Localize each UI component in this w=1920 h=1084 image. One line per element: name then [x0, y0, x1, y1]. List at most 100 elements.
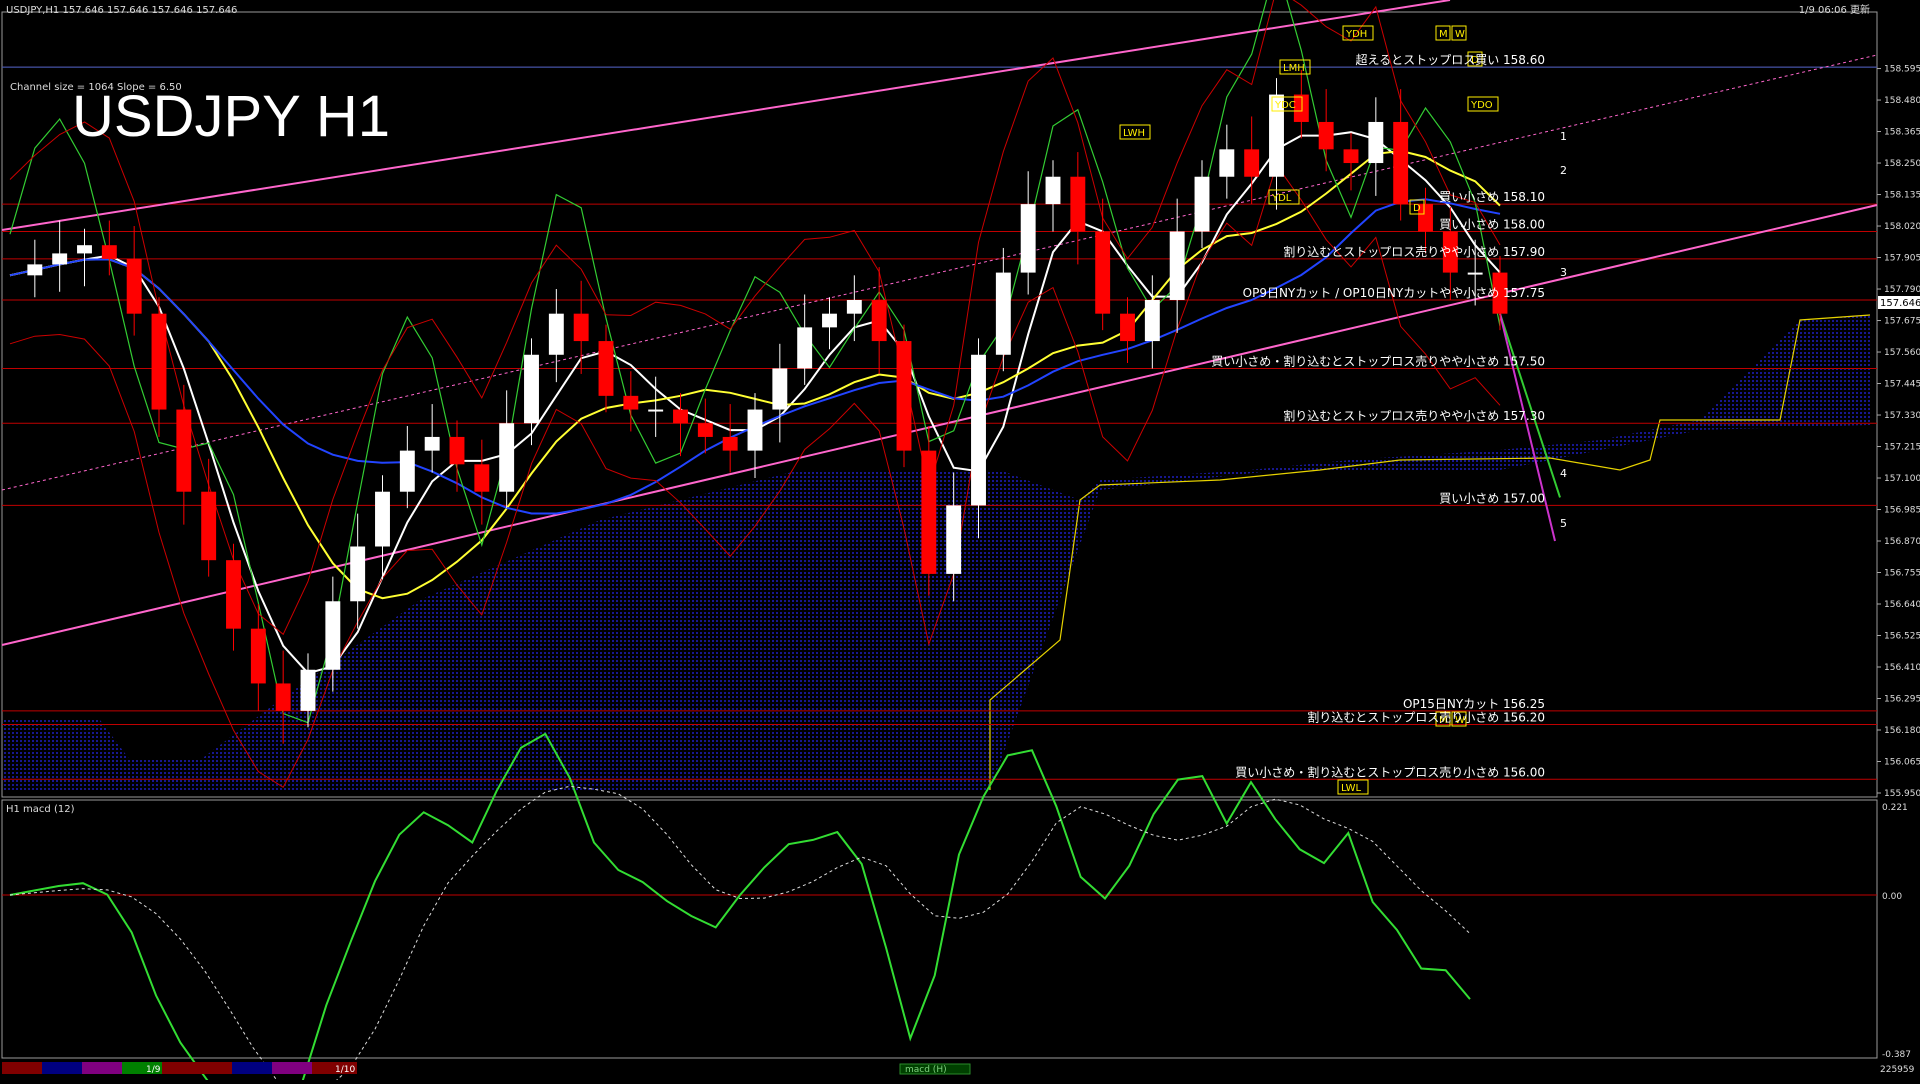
axis-tick-label: 156.985: [1884, 506, 1920, 516]
axis-tick-label: 156.755: [1884, 569, 1920, 579]
current-price-tag: 157.646: [1880, 298, 1920, 309]
wave-number: 4: [1560, 467, 1567, 480]
candle-body: [101, 245, 117, 259]
axis-tick-label: 158.595: [1884, 65, 1920, 75]
candle-body: [1343, 149, 1359, 164]
marker-box-label: YDO: [1470, 100, 1493, 111]
candle-body: [1467, 272, 1483, 275]
marker-box-label: LWH: [1123, 128, 1145, 139]
axis-tick-label: 158.020: [1884, 222, 1920, 232]
candle-body: [499, 423, 515, 492]
candle-body: [797, 327, 813, 369]
axis-tick-label: 156.410: [1884, 663, 1920, 673]
axis-tick-label: 158.365: [1884, 128, 1920, 138]
candle-body: [1194, 176, 1210, 232]
axis-tick-label: 155.950: [1884, 789, 1920, 799]
candle-body: [772, 368, 788, 410]
marker-box-label: D: [1413, 203, 1421, 214]
axis-tick-label: 156.525: [1884, 632, 1920, 642]
candle-body: [896, 341, 912, 451]
axis-tick-label: 157.100: [1884, 474, 1920, 484]
symbol-info: USDJPY,H1 157.646 157.646 157.646 157.64…: [6, 5, 237, 16]
timeline-label-2: 1/10: [335, 1065, 355, 1075]
candle-body: [27, 264, 43, 276]
big-title: USDJPY H1: [72, 84, 390, 149]
wave-number: 2: [1560, 164, 1567, 177]
candle-body: [1045, 176, 1061, 205]
macd-label: H1 macd (12): [6, 804, 75, 815]
candle-body: [524, 354, 539, 424]
candle-body: [275, 683, 291, 711]
level-note: 買い小さめ 158.00: [1439, 218, 1545, 232]
axis-tick-label: 157.560: [1884, 348, 1920, 358]
axis-tick-label: 156.065: [1884, 758, 1920, 768]
candle-body: [201, 491, 217, 561]
candle-body: [1318, 121, 1334, 150]
axis-tick-label: 157.675: [1884, 317, 1920, 327]
axis-tick-label: 156.295: [1884, 695, 1920, 705]
level-note: 買い小さめ 157.00: [1439, 491, 1545, 505]
macd-tick-top: 0.221: [1882, 803, 1908, 813]
candle-body: [946, 505, 962, 574]
level-note: 超えるとストップロス買い 158.60: [1356, 52, 1545, 67]
usdjpy-h1-chart[interactable]: YDH M W D YDC YDO YDL LMH LWH D M W LWL 1 2 3 4 5 超えるとストッ…: [0, 0, 1920, 1084]
macd-footer-id: 225959: [1880, 1065, 1915, 1075]
candle-body: [1244, 149, 1260, 177]
candle-body: [1393, 121, 1409, 205]
timeline-label-1: 1/9: [146, 1065, 161, 1075]
candle-body: [1169, 231, 1185, 300]
candle-body: [300, 669, 316, 711]
level-note: 割り込むとストップロス売りやや小さめ 157.90: [1283, 244, 1545, 259]
candle-body: [648, 409, 664, 412]
candle-body: [226, 560, 241, 629]
candle-body: [449, 436, 465, 465]
bottom-tab[interactable]: macd (H): [905, 1065, 947, 1075]
axis-tick-label: 157.905: [1884, 254, 1920, 264]
candle-body: [1020, 204, 1036, 273]
candle-body: [697, 423, 713, 437]
candle-body: [921, 450, 937, 574]
marker-box-label: W: [1455, 29, 1465, 40]
candle-body: [971, 354, 986, 506]
candle-body: [350, 546, 366, 602]
candle-body: [1144, 299, 1160, 342]
level-note: OP9日NYカット / OP10日NYカットやや小さめ 157.75: [1243, 286, 1545, 300]
updated-label: 1/9 06:06 更新: [1799, 3, 1870, 16]
axis-tick-label: 156.180: [1884, 726, 1920, 736]
level-note: 買い小さめ・割り込むとストップロス売り小さめ 156.00: [1235, 764, 1545, 779]
candle-body: [747, 409, 763, 451]
candle-body: [176, 409, 192, 492]
candle-body: [474, 464, 490, 492]
marker-box-label: M: [1439, 29, 1448, 40]
macd-tick-bottom: -0.387: [1882, 1050, 1911, 1060]
candle-body: [995, 272, 1011, 355]
wave-number: 3: [1560, 266, 1567, 279]
candle-body: [151, 313, 167, 410]
axis-tick-label: 157.215: [1884, 443, 1920, 453]
level-note: OP15日NYカット 156.25: [1403, 697, 1545, 711]
axis-tick-label: 158.250: [1884, 159, 1920, 169]
level-note: 割り込むとストップロス売り小さめ 156.20: [1307, 710, 1545, 725]
marker-box-label: LMH: [1283, 63, 1305, 74]
candle-body: [424, 436, 440, 451]
axis-tick-label: 157.790: [1884, 285, 1920, 295]
candle-body: [1293, 94, 1309, 122]
axis-tick-label: 158.135: [1884, 191, 1920, 201]
candle-body: [573, 313, 589, 342]
macd-tick-zero: 0.00: [1882, 892, 1902, 902]
axis-tick-label: 156.640: [1884, 600, 1920, 610]
candle-body: [1368, 121, 1384, 164]
candle-body: [52, 253, 68, 265]
marker-box-label: LWL: [1341, 783, 1362, 794]
axis-tick-label: 157.330: [1884, 411, 1920, 421]
candle-body: [871, 299, 887, 342]
axis-tick-label: 158.480: [1884, 96, 1920, 106]
wave-number: 5: [1560, 517, 1567, 530]
candle-body: [822, 313, 837, 328]
candle-body: [1095, 231, 1111, 314]
marker-box-label: YDH: [1345, 29, 1367, 40]
candle-body: [598, 341, 614, 396]
candle-body: [375, 491, 390, 547]
candle-body: [623, 395, 639, 410]
axis-tick-label: 156.870: [1884, 537, 1920, 547]
